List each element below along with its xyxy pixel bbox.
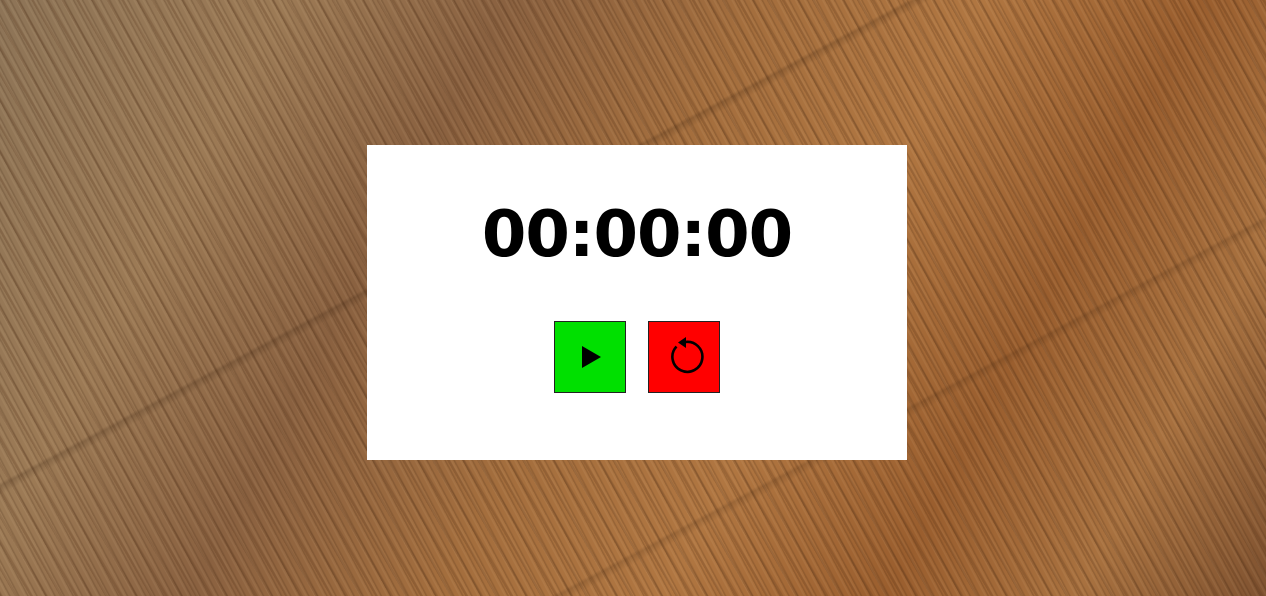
reset-button[interactable] bbox=[648, 321, 720, 393]
stopwatch-card: 00:00:00 bbox=[367, 145, 907, 460]
reset-icon bbox=[664, 337, 704, 377]
time-display: 00:00:00 bbox=[481, 198, 793, 272]
stopwatch-controls bbox=[367, 321, 907, 393]
play-icon bbox=[576, 343, 604, 371]
start-button[interactable] bbox=[554, 321, 626, 393]
